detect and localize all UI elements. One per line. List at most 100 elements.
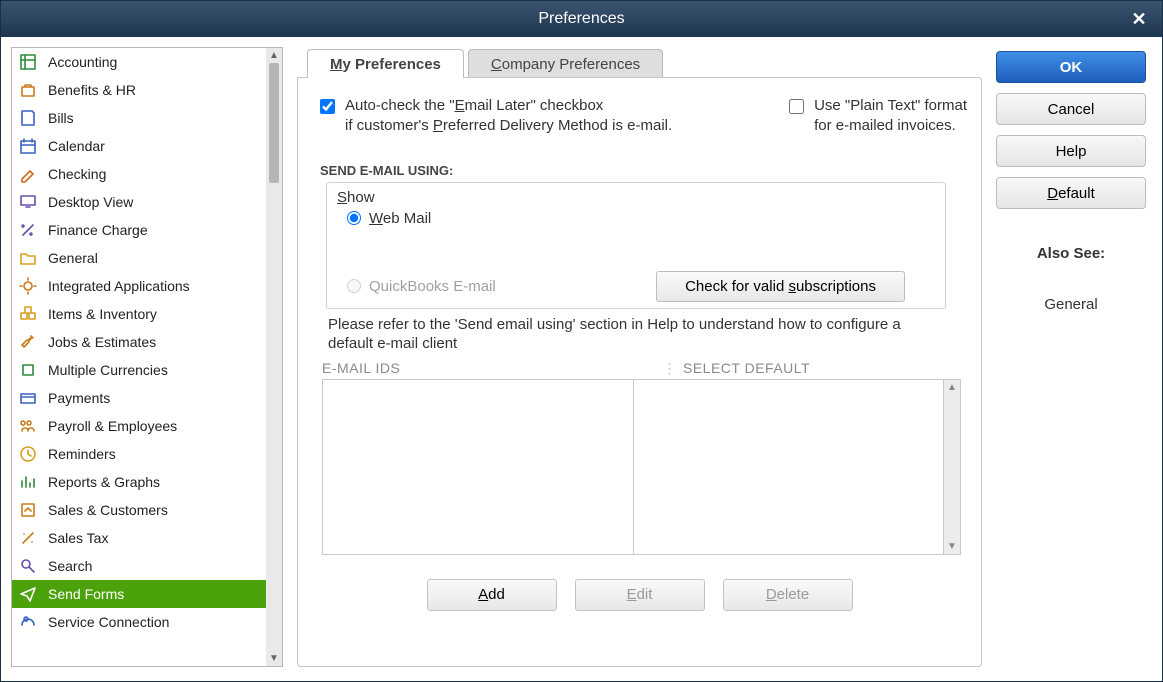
sidebar-item-label: Jobs & Estimates <box>48 334 156 350</box>
also-see-general-link[interactable]: General <box>996 296 1146 313</box>
cancel-button[interactable]: Cancel <box>996 93 1146 125</box>
sidebar-scrollbar[interactable]: ▲ ▼ <box>266 48 282 666</box>
plain-text-checkbox[interactable]: Use "Plain Text" format for e-mailed inv… <box>789 96 967 137</box>
right-column: OK Cancel Help Default Also See: General <box>996 47 1146 667</box>
percent-icon <box>18 221 38 239</box>
search-icon <box>18 557 38 575</box>
sidebar-item-multiple-currencies[interactable]: Multiple Currencies <box>12 356 266 384</box>
sidebar-item-label: Integrated Applications <box>48 278 190 294</box>
dialog-body: Accounting Benefits & HR Bills Calendar Chec… <box>1 37 1162 681</box>
sidebar-item-label: Accounting <box>48 54 117 70</box>
chart-icon <box>18 473 38 491</box>
sidebar-item-label: Sales Tax <box>48 530 108 546</box>
check-subscriptions-button[interactable]: Check for valid subscriptions <box>656 271 905 302</box>
sidebar-item-desktop-view[interactable]: Desktop View <box>12 188 266 216</box>
tab-my-preferences[interactable]: My Preferences <box>307 49 464 78</box>
send-icon <box>18 585 38 603</box>
sidebar-item-service-connection[interactable]: Service Connection <box>12 608 266 636</box>
select-default-column[interactable] <box>634 380 945 554</box>
clock-icon <box>18 445 38 463</box>
sidebar-item-calendar[interactable]: Calendar <box>12 132 266 160</box>
sidebar-item-label: Payments <box>48 390 110 406</box>
add-button[interactable]: Add <box>427 579 557 611</box>
grid-scroll-down-icon[interactable]: ▼ <box>947 541 957 552</box>
close-icon[interactable]: ✕ <box>1128 9 1150 31</box>
edit-button: Edit <box>575 579 705 611</box>
default-button[interactable]: Default <box>996 177 1146 209</box>
email-grid[interactable]: ▲ ▼ <box>322 379 961 555</box>
help-button[interactable]: Help <box>996 135 1146 167</box>
scroll-thumb[interactable] <box>269 63 279 183</box>
sidebar-item-label: Bills <box>48 110 74 126</box>
sidebar-item-label: Checking <box>48 166 106 182</box>
sidebar-item-label: General <box>48 250 98 266</box>
dialog-title: Preferences <box>538 10 624 28</box>
col-select-default: SELECT DEFAULT <box>683 360 961 377</box>
people-icon <box>18 417 38 435</box>
sidebar-item-search[interactable]: Search <box>12 552 266 580</box>
sidebar-item-payments[interactable]: Payments <box>12 384 266 412</box>
scroll-up-icon[interactable]: ▲ <box>269 50 279 61</box>
col-email-ids: E-MAIL IDS <box>322 360 657 377</box>
radio-web-mail[interactable]: Web Mail <box>347 210 935 227</box>
tab-company-preferences[interactable]: Company Preferences <box>468 49 663 78</box>
sidebar-item-label: Sales & Customers <box>48 502 168 518</box>
top-checkboxes-row: Auto-check the "Email Later" checkbox if… <box>312 96 967 137</box>
sidebar-item-label: Service Connection <box>48 614 169 630</box>
sidebar-item-label: Desktop View <box>48 194 133 210</box>
help-note: Please refer to the 'Send email using' s… <box>328 315 918 354</box>
email-grid-headers: E-MAIL IDS ⋮ SELECT DEFAULT <box>322 360 961 377</box>
sidebar-item-sales-tax[interactable]: Sales Tax <box>12 524 266 552</box>
sidebar-item-reports-graphs[interactable]: Reports & Graphs <box>12 468 266 496</box>
preferences-dialog: Preferences ✕ Accounting Benefits & HR Bil… <box>0 0 1163 682</box>
tax-icon <box>18 529 38 547</box>
scroll-down-icon[interactable]: ▼ <box>269 653 279 664</box>
autocheck-email-later-checkbox[interactable]: Auto-check the "Email Later" checkbox if… <box>320 96 672 137</box>
radio-quickbooks-email-input <box>347 279 361 293</box>
email-ids-column[interactable] <box>323 380 634 554</box>
radio-web-mail-input[interactable] <box>347 211 361 225</box>
service-icon <box>18 613 38 631</box>
sidebar-list: Accounting Benefits & HR Bills Calendar Chec… <box>12 48 266 666</box>
grid-scroll-up-icon[interactable]: ▲ <box>947 382 957 393</box>
wrench-icon <box>18 333 38 351</box>
sidebar-item-benefits-hr[interactable]: Benefits & HR <box>12 76 266 104</box>
sidebar-item-accounting[interactable]: Accounting <box>12 48 266 76</box>
folder-icon <box>18 249 38 267</box>
send-email-heading: SEND E-MAIL USING: <box>320 163 967 178</box>
sidebar-item-label: Send Forms <box>48 586 124 602</box>
calendar-icon <box>18 137 38 155</box>
tab-page: Auto-check the "Email Later" checkbox if… <box>297 77 982 667</box>
show-label: Show <box>337 189 935 206</box>
main-panel: My Preferences Company Preferences Auto-… <box>297 47 982 667</box>
grid-scrollbar[interactable]: ▲ ▼ <box>944 380 960 554</box>
also-see-heading: Also See: <box>996 245 1146 262</box>
sidebar-item-finance-charge[interactable]: Finance Charge <box>12 216 266 244</box>
sidebar-item-bills[interactable]: Bills <box>12 104 266 132</box>
sidebar-item-integrated-applications[interactable]: Integrated Applications <box>12 272 266 300</box>
currency-icon <box>18 361 38 379</box>
desktop-icon <box>18 193 38 211</box>
sidebar-item-jobs-estimates[interactable]: Jobs & Estimates <box>12 328 266 356</box>
sidebar-item-sales-customers[interactable]: Sales & Customers <box>12 496 266 524</box>
sidebar-item-items-inventory[interactable]: Items & Inventory <box>12 300 266 328</box>
card-icon <box>18 389 38 407</box>
sidebar-item-general[interactable]: General <box>12 244 266 272</box>
sidebar-item-label: Benefits & HR <box>48 82 136 98</box>
sales-icon <box>18 501 38 519</box>
sidebar-item-label: Calendar <box>48 138 105 154</box>
sidebar-item-label: Reports & Graphs <box>48 474 160 490</box>
sidebar-item-send-forms[interactable]: Send Forms <box>12 580 266 608</box>
ledger-icon <box>18 53 38 71</box>
briefcase-icon <box>18 81 38 99</box>
sidebar-item-reminders[interactable]: Reminders <box>12 440 266 468</box>
sidebar-item-checking[interactable]: Checking <box>12 160 266 188</box>
sidebar-item-payroll-employees[interactable]: Payroll & Employees <box>12 412 266 440</box>
plain-text-input[interactable] <box>789 99 804 114</box>
bill-icon <box>18 109 38 127</box>
category-sidebar: Accounting Benefits & HR Bills Calendar Chec… <box>11 47 283 667</box>
qb-email-row: QuickBooks E-mail Check for valid subscr… <box>337 271 935 302</box>
autocheck-email-later-input[interactable] <box>320 99 335 114</box>
ok-button[interactable]: OK <box>996 51 1146 83</box>
delete-button: Delete <box>723 579 853 611</box>
